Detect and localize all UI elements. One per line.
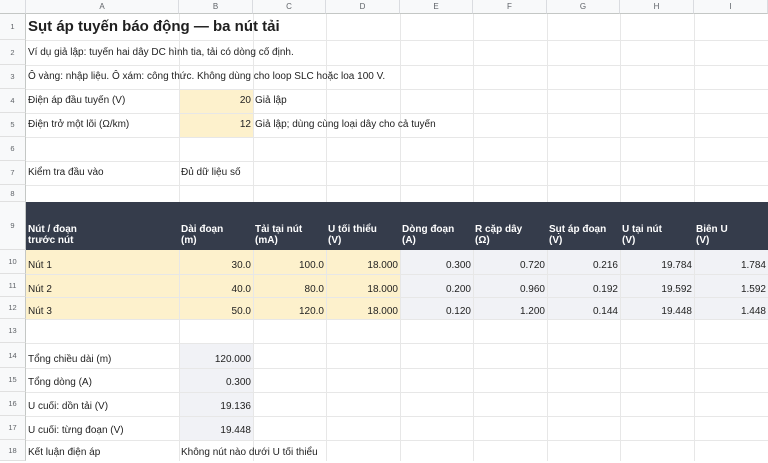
table-header-resistance[interactable]: R cặp dây (Ω) — [473, 224, 547, 246]
table-cell[interactable]: 1.448 — [694, 301, 768, 323]
row-header-2[interactable]: 2 — [0, 40, 26, 65]
summary-label-total-length[interactable]: Tổng chiều dài (m) — [26, 347, 111, 372]
row-header-1[interactable]: 1 — [0, 14, 26, 40]
table-cell[interactable]: 0.720 — [473, 254, 547, 278]
table-cell[interactable]: 19.592 — [620, 278, 694, 301]
table-cell[interactable]: 0.200 — [400, 278, 473, 301]
check-value[interactable]: Đủ dữ liệu số — [179, 161, 241, 185]
column-header-i[interactable]: I — [694, 0, 768, 14]
summary-value-u-segment[interactable]: 19.448 — [179, 419, 253, 443]
corner-cell[interactable] — [0, 0, 26, 14]
column-header-b[interactable]: B — [179, 0, 253, 14]
table-cell[interactable]: 0.192 — [547, 278, 620, 301]
table-cell[interactable]: 19.784 — [620, 254, 694, 278]
table-cell[interactable]: Nút 3 — [26, 301, 179, 323]
conclusion-label[interactable]: Kết luận điện áp — [26, 443, 100, 463]
table-header-length[interactable]: Dài đoạn (m) — [179, 224, 253, 246]
table-header-current[interactable]: Dòng đoạn (A) — [400, 224, 473, 246]
table-header-node[interactable]: Nút / đoạn trước nút — [26, 224, 179, 246]
input-value-voltage[interactable]: 20 — [179, 89, 253, 113]
input-label-resistance[interactable]: Điện trở một lõi (Ω/km) — [26, 113, 129, 137]
row-header-14[interactable]: 14 — [0, 343, 26, 368]
table-cell[interactable]: 100.0 — [253, 254, 326, 278]
input-label-voltage[interactable]: Điện áp đầu tuyến (V) — [26, 89, 125, 113]
summary-value-u-lumped[interactable]: 19.136 — [179, 395, 253, 419]
row-header-9[interactable]: 9 — [0, 202, 26, 250]
table-header-margin[interactable]: Biên U (V) — [694, 224, 768, 246]
table-cell[interactable]: 40.0 — [179, 278, 253, 301]
note-line-2[interactable]: Ô vàng: nhập liệu. Ô xám: công thức. Khô… — [26, 65, 385, 89]
column-header-e[interactable]: E — [400, 0, 473, 14]
table-cell[interactable]: 1.592 — [694, 278, 768, 301]
table-cell[interactable]: 0.120 — [400, 301, 473, 323]
input-value-resistance[interactable]: 12 — [179, 113, 253, 137]
table-cell[interactable]: 30.0 — [179, 254, 253, 278]
row-header-7[interactable]: 7 — [0, 161, 26, 185]
table-cell[interactable]: 0.300 — [400, 254, 473, 278]
conclusion-value[interactable]: Không nút nào dưới U tối thiểu — [179, 443, 318, 463]
row-header-13[interactable]: 13 — [0, 319, 26, 343]
column-header-d[interactable]: D — [326, 0, 400, 14]
table-cell[interactable]: 0.144 — [547, 301, 620, 323]
row-header-15[interactable]: 15 — [0, 368, 26, 392]
summary-value-total-current[interactable]: 0.300 — [179, 371, 253, 395]
row-header-12[interactable]: 12 — [0, 297, 26, 319]
table-header-load[interactable]: Tải tại nút (mA) — [253, 224, 326, 246]
table-cell[interactable]: 120.0 — [253, 301, 326, 323]
row-header-6[interactable]: 6 — [0, 137, 26, 161]
table-cell[interactable]: 19.448 — [620, 301, 694, 323]
input-note-resistance[interactable]: Giả lập; dùng cùng loại dây cho cả tuyến — [253, 113, 436, 137]
column-header-f[interactable]: F — [473, 0, 547, 14]
table-header-unode[interactable]: U tại nút (V) — [620, 224, 694, 246]
column-header-h[interactable]: H — [620, 0, 694, 14]
table-header-drop[interactable]: Sụt áp đoạn (V) — [547, 224, 620, 246]
check-label[interactable]: Kiểm tra đầu vào — [26, 161, 104, 185]
sheet-title[interactable]: Sụt áp tuyến báo động — ba nút tải — [26, 16, 280, 38]
table-header-umin[interactable]: U tối thiểu (V) — [326, 224, 400, 246]
table-cell[interactable]: 0.960 — [473, 278, 547, 301]
row-header-16[interactable]: 16 — [0, 392, 26, 416]
note-line-1[interactable]: Ví dụ giả lập: tuyến hai dây DC hình tia… — [26, 40, 294, 65]
row-header-8[interactable]: 8 — [0, 185, 26, 202]
table-cell[interactable]: Nút 2 — [26, 278, 179, 301]
table-cell[interactable]: 0.216 — [547, 254, 620, 278]
row-header-11[interactable]: 11 — [0, 274, 26, 297]
row-header-5[interactable]: 5 — [0, 113, 26, 137]
row-header-3[interactable]: 3 — [0, 65, 26, 89]
table-cell[interactable]: 18.000 — [326, 254, 400, 278]
summary-value-total-length[interactable]: 120.000 — [179, 347, 253, 372]
table-cell[interactable]: 1.200 — [473, 301, 547, 323]
table-cell[interactable]: 18.000 — [326, 278, 400, 301]
table-cell[interactable]: 80.0 — [253, 278, 326, 301]
row-header-17[interactable]: 17 — [0, 416, 26, 440]
table-cell[interactable]: 1.784 — [694, 254, 768, 278]
row-header-4[interactable]: 4 — [0, 89, 26, 113]
table-cell[interactable]: 50.0 — [179, 301, 253, 323]
input-note-voltage[interactable]: Giả lập — [253, 89, 287, 113]
summary-label-u-segment[interactable]: U cuối: từng đoạn (V) — [26, 419, 124, 443]
column-header-g[interactable]: G — [547, 0, 620, 14]
table-cell[interactable]: Nút 1 — [26, 254, 179, 278]
column-header-c[interactable]: C — [253, 0, 326, 14]
summary-label-u-lumped[interactable]: U cuối: dồn tải (V) — [26, 395, 108, 419]
column-header-a[interactable]: A — [26, 0, 179, 14]
table-cell[interactable]: 18.000 — [326, 301, 400, 323]
summary-label-total-current[interactable]: Tổng dòng (A) — [26, 371, 92, 395]
row-header-10[interactable]: 10 — [0, 250, 26, 274]
row-header-18[interactable]: 18 — [0, 440, 26, 461]
